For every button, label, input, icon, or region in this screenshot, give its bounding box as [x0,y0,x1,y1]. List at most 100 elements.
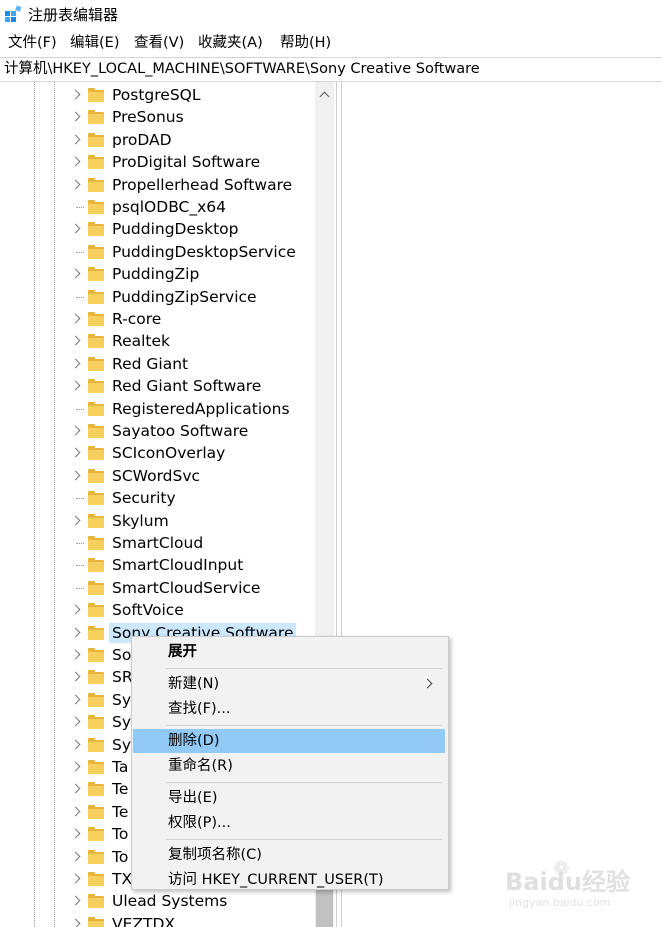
tree-node[interactable]: Sayatoo Software [0,420,315,442]
tree-node[interactable]: Realtek [0,330,315,352]
tree-node-label[interactable]: So [112,645,131,665]
tree-node-label[interactable]: PuddingZip [112,264,199,284]
menu-favorites[interactable]: 收藏夹(A) [196,33,265,53]
tree-node-label[interactable]: Sy [112,735,131,755]
expand-chevron-icon[interactable] [70,378,82,394]
tree-node[interactable]: SoftVoice [0,599,315,621]
tree-node-label[interactable]: SCIconOverlay [112,443,225,463]
context-menu-item[interactable]: 权限(P)... [133,811,445,835]
tree-node-label[interactable]: SmartCloud [112,533,203,553]
tree-node[interactable]: VEZTDX [0,913,315,927]
tree-node[interactable]: PuddingZipService [0,286,315,308]
expand-chevron-icon[interactable] [70,468,82,484]
menu-file[interactable]: 文件(F) [6,33,59,53]
expand-chevron-icon[interactable] [70,602,82,618]
tree-node-label[interactable]: Red Giant Software [112,376,261,396]
tree-node[interactable]: SCIconOverlay [0,442,315,464]
tree-node-label[interactable]: To [112,847,128,867]
tree-node[interactable]: SmartCloudInput [0,554,315,576]
tree-node-label[interactable]: Skylum [112,511,169,531]
expand-chevron-icon[interactable] [70,893,82,909]
scroll-up-arrow-icon[interactable] [315,84,334,104]
context-menu-item[interactable]: 查找(F)... [133,697,445,721]
tree-node-label[interactable]: Sy [112,712,131,732]
expand-chevron-icon[interactable] [70,849,82,865]
tree-node[interactable]: PreSonus [0,106,315,128]
tree-node[interactable]: SmartCloudService [0,577,315,599]
tree-node[interactable]: ProDigital Software [0,151,315,173]
tree-node-label[interactable]: PreSonus [112,107,184,127]
tree-node[interactable]: Skylum [0,510,315,532]
expand-chevron-icon[interactable] [70,423,82,439]
context-menu-item[interactable]: 展开 [133,640,445,664]
expand-chevron-icon[interactable] [70,513,82,529]
context-menu-item[interactable]: 新建(N) [133,672,445,696]
tree-node-label[interactable]: Security [112,488,176,508]
expand-chevron-icon[interactable] [70,109,82,125]
address-path[interactable]: 计算机\HKEY_LOCAL_MACHINE\SOFTWARE\Sony Cre… [4,59,480,79]
tree-node-label[interactable]: VEZTDX [112,914,175,927]
expand-chevron-icon[interactable] [70,916,82,927]
tree-node[interactable]: SCWordSvc [0,465,315,487]
tree-node-label[interactable]: Sayatoo Software [112,421,248,441]
tree-node-label[interactable]: RegisteredApplications [112,399,290,419]
tree-node-label[interactable]: To [112,824,128,844]
tree-node-label[interactable]: SR [112,667,133,687]
menu-help[interactable]: 帮助(H) [278,33,333,53]
context-menu-item[interactable]: 导出(E) [133,786,445,810]
tree-node[interactable]: SmartCloud [0,532,315,554]
address-bar[interactable]: 计算机\HKEY_LOCAL_MACHINE\SOFTWARE\Sony Cre… [0,57,662,82]
tree-node[interactable]: R-core [0,308,315,330]
tree-node[interactable]: Ulead Systems [0,890,315,912]
expand-chevron-icon[interactable] [70,804,82,820]
expand-chevron-icon[interactable] [70,356,82,372]
tree-node[interactable]: Red Giant [0,353,315,375]
menu-edit[interactable]: 编辑(E) [68,33,121,53]
expand-chevron-icon[interactable] [70,737,82,753]
expand-chevron-icon[interactable] [70,669,82,685]
tree-node[interactable]: psqlODBC_x64 [0,196,315,218]
tree-node[interactable]: proDAD [0,129,315,151]
tree-node[interactable]: PuddingDesktopService [0,241,315,263]
context-menu-item[interactable]: 访问 HKEY_CURRENT_USER(T) [133,868,445,892]
expand-chevron-icon[interactable] [70,759,82,775]
expand-chevron-icon[interactable] [70,871,82,887]
tree-node-label[interactable]: TX [112,869,132,889]
tree-node-label[interactable]: Red Giant [112,354,188,374]
tree-node-label[interactable]: psqlODBC_x64 [112,197,226,217]
tree-node[interactable]: PostgreSQL [0,84,315,106]
tree-node-label[interactable]: Te [112,779,128,799]
tree-node-label[interactable]: PuddingDesktop [112,219,238,239]
menu-view[interactable]: 查看(V) [132,33,186,53]
expand-chevron-icon[interactable] [70,266,82,282]
expand-chevron-icon[interactable] [70,714,82,730]
expand-chevron-icon[interactable] [70,625,82,641]
tree-node-label[interactable]: SCWordSvc [112,466,200,486]
tree-node-label[interactable]: Te [112,802,128,822]
expand-chevron-icon[interactable] [70,781,82,797]
tree-node[interactable]: Security [0,487,315,509]
tree-node-label[interactable]: Sy [112,690,131,710]
tree-node-label[interactable]: Realtek [112,331,170,351]
expand-chevron-icon[interactable] [70,177,82,193]
tree-node-label[interactable]: Ta [112,757,128,777]
tree-node[interactable]: Red Giant Software [0,375,315,397]
context-menu-item[interactable]: 复制项名称(C) [133,843,445,867]
context-menu-item[interactable]: 删除(D) [133,729,445,753]
context-menu-item[interactable]: 重命名(R) [133,754,445,778]
expand-chevron-icon[interactable] [70,826,82,842]
tree-node[interactable]: PuddingZip [0,263,315,285]
tree-node-label[interactable]: Propellerhead Software [112,175,292,195]
tree-node-label[interactable]: PostgreSQL [112,85,201,105]
expand-chevron-icon[interactable] [70,647,82,663]
expand-chevron-icon[interactable] [70,311,82,327]
expand-chevron-icon[interactable] [70,221,82,237]
tree-node-label[interactable]: PuddingZipService [112,287,257,307]
tree-node-label[interactable]: SoftVoice [112,600,184,620]
tree-node-label[interactable]: proDAD [112,130,172,150]
tree-node[interactable]: RegisteredApplications [0,398,315,420]
expand-chevron-icon[interactable] [70,333,82,349]
tree-node-label[interactable]: SmartCloudService [112,578,260,598]
expand-chevron-icon[interactable] [70,692,82,708]
tree-node[interactable]: PuddingDesktop [0,218,315,240]
